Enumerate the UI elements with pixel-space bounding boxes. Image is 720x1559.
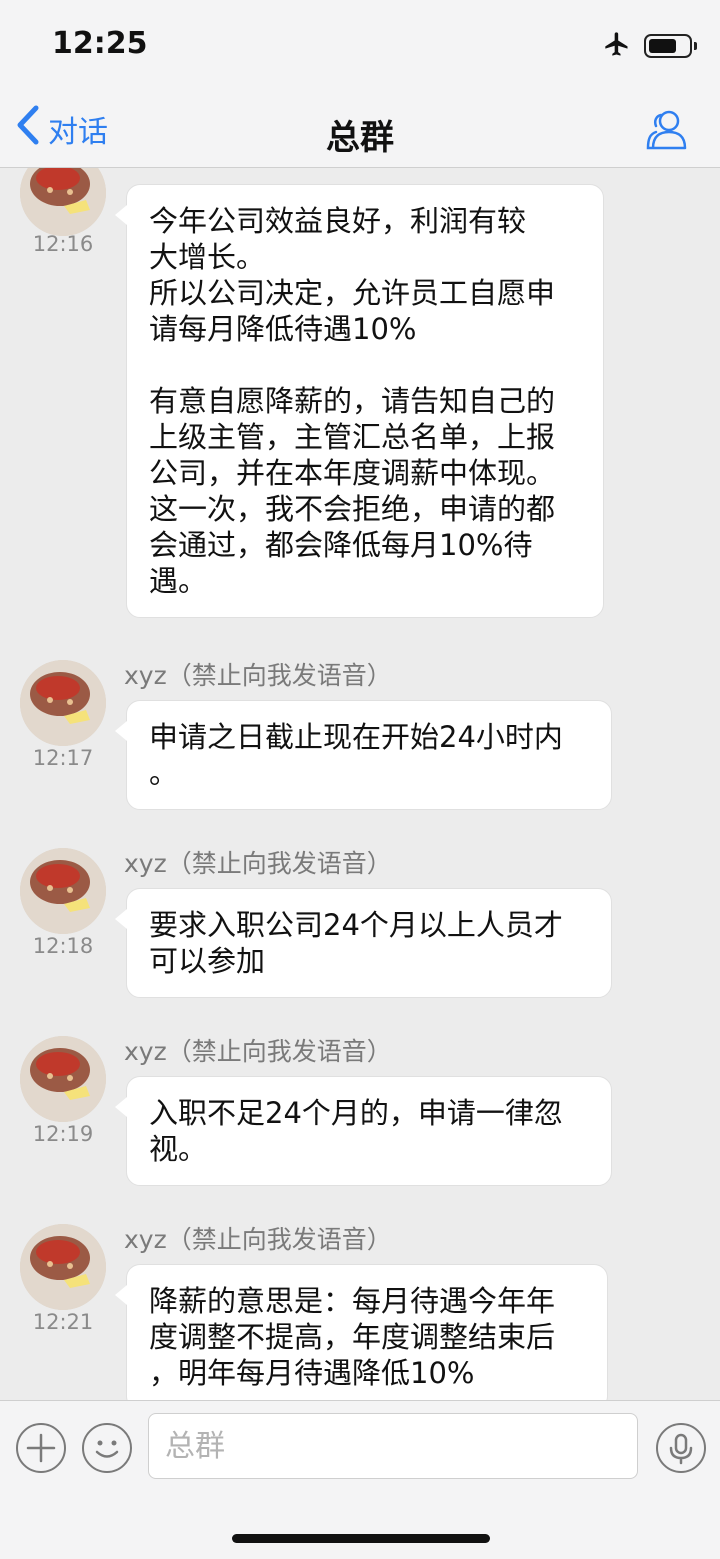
chat-area[interactable]: 12:16 今年公司效益良好，利润有较 大增长。 所以公司决定，允许员工自愿申 …	[0, 168, 720, 1400]
message-bubble[interactable]: 降薪的意思是：每月待遇今年年 度调整不提高，年度调整结束后 ，明年每月待遇降低1…	[115, 1264, 608, 1400]
status-icons	[602, 30, 697, 62]
battery-icon	[644, 34, 697, 58]
message-time: 12:17	[32, 746, 94, 770]
message-bubble[interactable]: 今年公司效益良好，利润有较 大增长。 所以公司决定，允许员工自愿申 请每月降低待…	[115, 184, 604, 618]
group-profile-icon	[644, 110, 690, 156]
emoji-button[interactable]	[82, 1423, 132, 1473]
sender-name: xyz（禁止向我发语音）	[124, 1225, 392, 1254]
message-time: 12:21	[32, 1310, 94, 1334]
avatar[interactable]	[20, 848, 106, 934]
avatar[interactable]	[20, 1224, 106, 1310]
microphone-icon	[658, 1433, 704, 1475]
status-time: 12:25	[52, 26, 148, 61]
avatar[interactable]	[20, 1036, 106, 1122]
message-bubble[interactable]: 要求入职公司24个月以上人员才 可以参加	[115, 888, 612, 998]
nav-bar: 对话 总群	[0, 90, 720, 168]
message-time: 12:18	[32, 934, 94, 958]
add-button[interactable]	[16, 1423, 66, 1473]
avatar[interactable]	[20, 168, 106, 236]
message-time: 12:19	[32, 1122, 94, 1146]
page-title: 总群	[326, 118, 394, 158]
home-indicator[interactable]	[232, 1534, 490, 1543]
sender-name: xyz（禁止向我发语音）	[124, 661, 392, 690]
message-input[interactable]	[148, 1413, 638, 1479]
message-bubble[interactable]: 入职不足24个月的，申请一律忽 视。	[115, 1076, 612, 1186]
sender-name: xyz（禁止向我发语音）	[124, 849, 392, 878]
sender-name: xyz（禁止向我发语音）	[124, 1037, 392, 1066]
avatar[interactable]	[20, 660, 106, 746]
plus-icon	[18, 1433, 64, 1475]
status-bar: 12:25	[0, 0, 720, 90]
message-bubble[interactable]: 申请之日截止现在开始24小时内 。	[115, 700, 612, 810]
voice-button[interactable]	[656, 1423, 706, 1473]
message-time: 12:16	[32, 232, 94, 256]
emoji-icon	[84, 1440, 130, 1475]
airplane-icon	[602, 30, 632, 62]
group-profile-button[interactable]	[644, 106, 690, 156]
